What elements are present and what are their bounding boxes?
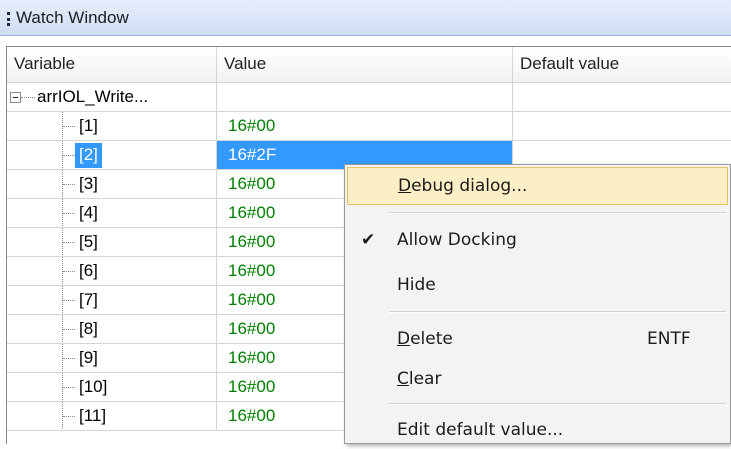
default-value-cell[interactable] bbox=[513, 112, 731, 141]
tree-connector bbox=[21, 97, 35, 98]
variable-cell[interactable]: arrIOL_Write... bbox=[7, 83, 217, 112]
value-text: 16#00 bbox=[228, 319, 276, 338]
value-text: 16#00 bbox=[228, 174, 276, 193]
tree-connector bbox=[63, 329, 75, 330]
tree-connector bbox=[63, 126, 75, 127]
value-text: 16#00 bbox=[228, 203, 276, 222]
default-value-cell[interactable] bbox=[513, 83, 731, 112]
tree-connector bbox=[63, 387, 75, 388]
variable-cell[interactable]: [1] bbox=[7, 112, 217, 141]
array-index: [8] bbox=[79, 319, 98, 338]
menu-item-edit-default-value[interactable]: Edit default value... bbox=[347, 411, 728, 449]
table-row-root[interactable]: arrIOL_Write... bbox=[7, 83, 731, 112]
menu-mnemonic: D bbox=[397, 329, 411, 349]
value-text: 16#00 bbox=[228, 232, 276, 251]
window-titlebar[interactable]: Watch Window bbox=[0, 0, 731, 36]
array-index: [6] bbox=[79, 261, 98, 280]
menu-item-label: lear bbox=[408, 369, 442, 389]
menu-separator bbox=[389, 311, 726, 313]
array-index: [4] bbox=[79, 203, 98, 222]
column-header-variable[interactable]: Variable bbox=[7, 47, 217, 83]
value-text: 16#00 bbox=[228, 406, 276, 425]
variable-cell[interactable]: [10] bbox=[7, 373, 217, 402]
tree-connector bbox=[63, 213, 75, 214]
drag-grip-icon[interactable] bbox=[7, 12, 10, 26]
variable-cell[interactable]: [5] bbox=[7, 228, 217, 257]
value-cell[interactable] bbox=[217, 83, 513, 112]
column-header-default-value[interactable]: Default value bbox=[513, 47, 731, 83]
variable-cell[interactable]: [6] bbox=[7, 257, 217, 286]
variable-name: arrIOL_Write... bbox=[37, 87, 149, 106]
watch-window: Watch Window Variable Value Default valu… bbox=[0, 0, 731, 444]
variable-cell[interactable]: [11] bbox=[7, 402, 217, 431]
array-index: [1] bbox=[79, 116, 98, 135]
menu-separator bbox=[389, 212, 726, 214]
menu-item-hide[interactable]: Hide bbox=[347, 266, 728, 304]
menu-item-debug-dialog[interactable]: Debug dialog... bbox=[347, 167, 728, 205]
variable-cell[interactable]: [9] bbox=[7, 344, 217, 373]
tree-connector bbox=[63, 271, 75, 272]
collapse-icon[interactable] bbox=[10, 92, 21, 103]
array-index: [3] bbox=[79, 174, 98, 193]
menu-item-label: Allow Docking bbox=[397, 230, 517, 250]
variable-cell[interactable]: [7] bbox=[7, 286, 217, 315]
menu-item-label: Edit default value... bbox=[397, 420, 564, 440]
array-index: [11] bbox=[79, 406, 107, 425]
value-text: 16#2F bbox=[228, 145, 277, 164]
variable-cell[interactable]: [4] bbox=[7, 199, 217, 228]
grid-header: Variable Value Default value bbox=[7, 47, 731, 83]
value-text: 16#00 bbox=[228, 261, 276, 280]
array-index: [5] bbox=[79, 232, 98, 251]
value-text: 16#00 bbox=[228, 377, 276, 396]
tree-connector bbox=[63, 155, 75, 156]
array-index: [9] bbox=[79, 348, 98, 367]
menu-item-delete[interactable]: Delete ENTF bbox=[347, 320, 728, 358]
value-text: 16#00 bbox=[228, 290, 276, 309]
value-text: 16#00 bbox=[228, 348, 276, 367]
table-row[interactable]: [1] 16#00 bbox=[7, 112, 731, 141]
variable-cell[interactable]: [2] bbox=[7, 141, 217, 170]
menu-item-label: ebug dialog... bbox=[411, 176, 528, 196]
value-cell[interactable]: 16#00 bbox=[217, 112, 513, 141]
tree-connector bbox=[63, 242, 75, 243]
variable-cell[interactable]: [8] bbox=[7, 315, 217, 344]
column-header-value[interactable]: Value bbox=[217, 47, 513, 83]
array-index: [10] bbox=[79, 377, 108, 396]
tree-connector bbox=[63, 416, 75, 417]
value-text: 16#00 bbox=[228, 116, 276, 135]
checkmark-icon: ✔ bbox=[361, 230, 376, 250]
menu-item-label: Hide bbox=[397, 275, 436, 295]
menu-mnemonic: C bbox=[397, 369, 409, 389]
menu-mnemonic: D bbox=[398, 176, 412, 196]
menu-shortcut: ENTF bbox=[647, 329, 691, 349]
array-index: [2] bbox=[75, 143, 102, 168]
tree-connector bbox=[63, 184, 75, 185]
menu-item-label: elete bbox=[410, 329, 453, 349]
tree-connector bbox=[63, 300, 75, 301]
tree-connector bbox=[63, 358, 75, 359]
variable-cell[interactable]: [3] bbox=[7, 170, 217, 199]
menu-item-allow-docking[interactable]: ✔ Allow Docking bbox=[347, 221, 728, 259]
menu-item-clear[interactable]: Clear bbox=[347, 360, 728, 398]
array-index: [7] bbox=[79, 290, 98, 309]
context-menu: Debug dialog... ✔ Allow Docking Hide Del… bbox=[344, 164, 731, 444]
menu-separator bbox=[389, 403, 726, 405]
window-title: Watch Window bbox=[16, 8, 129, 27]
